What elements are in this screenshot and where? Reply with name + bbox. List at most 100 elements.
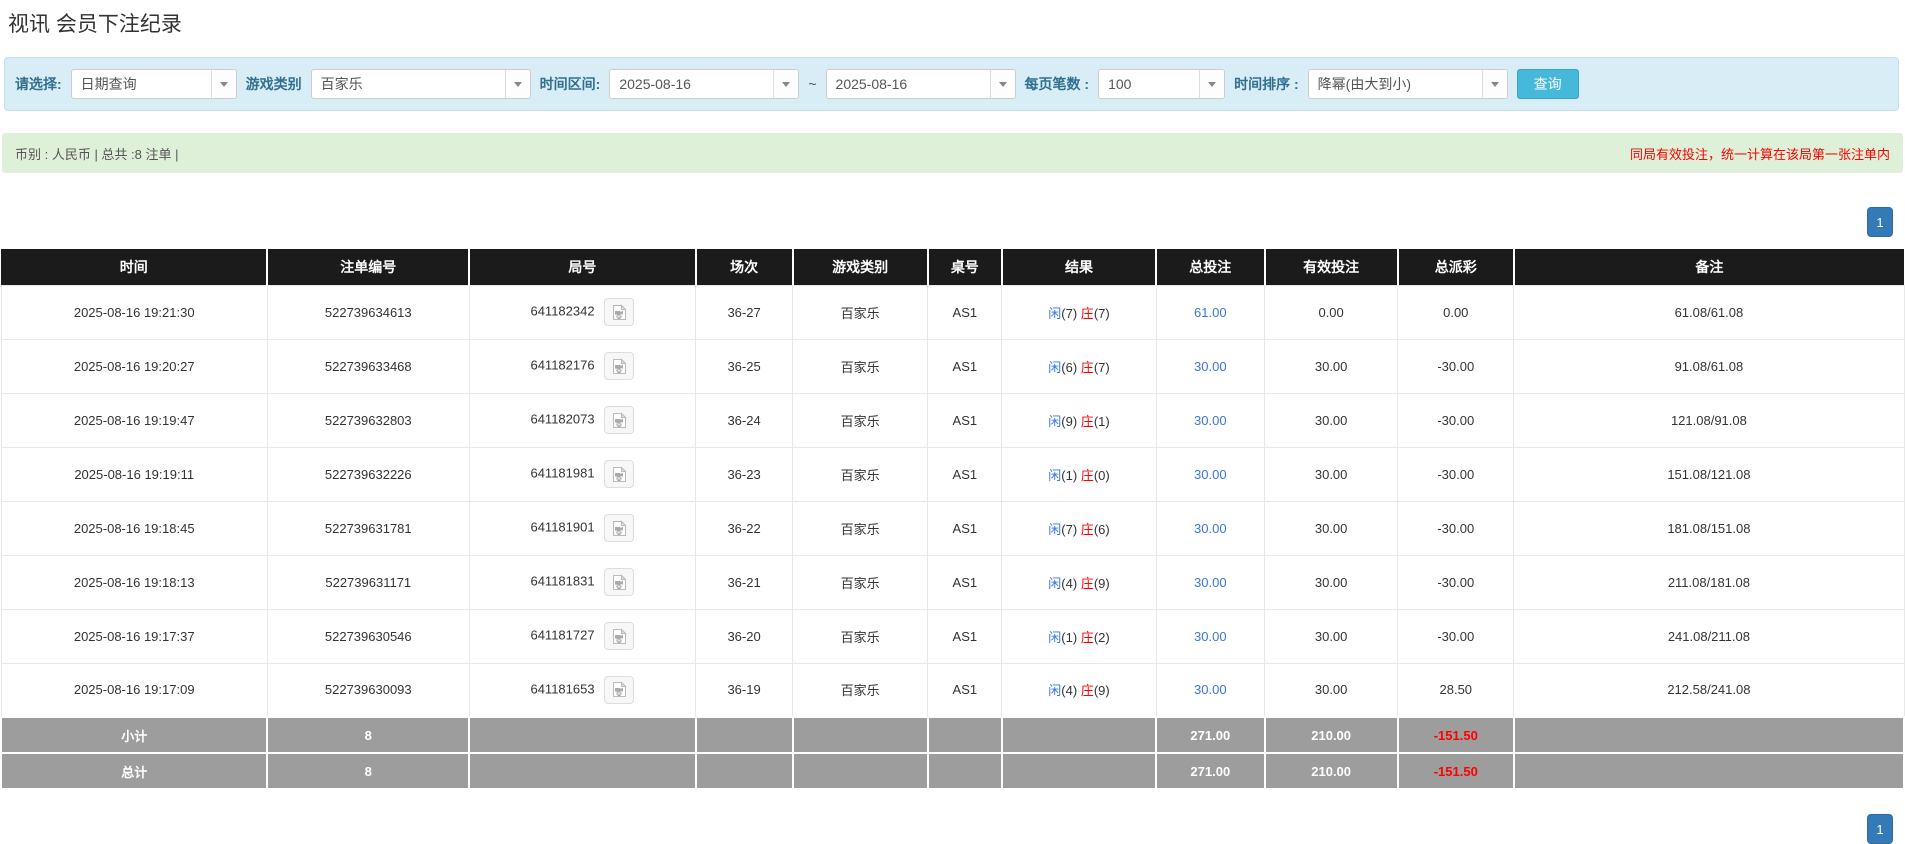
result-player: 闲 — [1048, 360, 1061, 375]
total-bet-link[interactable]: 30.00 — [1194, 682, 1227, 697]
cell-total-bet: 30.00 — [1156, 609, 1264, 663]
result-banker: 庄 — [1081, 468, 1094, 483]
subtotal-total-bet: 271.00 — [1156, 717, 1264, 753]
column-header-payout: 总派彩 — [1398, 249, 1514, 285]
column-header-session: 场次 — [696, 249, 793, 285]
table-row: 2025-08-16 19:19:11522739632226641181981… — [1, 447, 1904, 501]
video-replay-button[interactable] — [604, 568, 634, 596]
select-type-dropdown[interactable]: 日期查询 — [71, 69, 237, 99]
cell-bet-id: 522739630546 — [267, 609, 469, 663]
cell-payout: -30.00 — [1398, 501, 1514, 555]
cell-game-type: 百家乐 — [793, 663, 928, 717]
cell-time: 2025-08-16 19:21:30 — [1, 285, 267, 339]
column-header-table-no: 桌号 — [928, 249, 1002, 285]
video-replay-icon — [611, 520, 628, 537]
total-bet-link[interactable]: 30.00 — [1194, 629, 1227, 644]
cell-table-no: AS1 — [928, 501, 1002, 555]
total-bet-link[interactable]: 30.00 — [1194, 467, 1227, 482]
pagination-bottom: 1 — [0, 814, 1893, 844]
video-replay-icon — [611, 304, 628, 321]
cell-total-bet: 30.00 — [1156, 393, 1264, 447]
video-replay-icon — [611, 358, 628, 375]
cell-bet-id: 522739631171 — [267, 555, 469, 609]
cell-game-type: 百家乐 — [793, 609, 928, 663]
video-replay-button[interactable] — [604, 676, 634, 704]
total-count: 8 — [267, 753, 469, 789]
cell-result: 闲(7) 庄(7) — [1002, 285, 1156, 339]
total-bet-link[interactable]: 30.00 — [1194, 413, 1227, 428]
cell-payout: 0.00 — [1398, 285, 1514, 339]
pagination-top: 1 — [0, 207, 1893, 237]
round-id-value: 641182073 — [530, 411, 594, 426]
date-from-dropdown[interactable]: 2025-08-16 — [609, 69, 799, 99]
game-type-dropdown[interactable]: 百家乐 — [311, 69, 531, 99]
cell-time: 2025-08-16 19:19:11 — [1, 447, 267, 501]
video-replay-button[interactable] — [604, 622, 634, 650]
query-button[interactable]: 查询 — [1517, 69, 1579, 99]
result-banker-score: (7) — [1094, 360, 1110, 375]
cell-valid-bet: 30.00 — [1265, 339, 1398, 393]
video-replay-button[interactable] — [604, 298, 634, 326]
page-button-1-bottom[interactable]: 1 — [1867, 814, 1893, 844]
video-replay-button[interactable] — [604, 514, 634, 542]
cell-valid-bet: 30.00 — [1265, 501, 1398, 555]
cell-total-bet: 61.00 — [1156, 285, 1264, 339]
cell-total-bet: 30.00 — [1156, 663, 1264, 717]
result-player: 闲 — [1048, 683, 1061, 698]
total-bet-link[interactable]: 61.00 — [1194, 305, 1227, 320]
game-type-label: 游戏类别 — [246, 74, 302, 94]
cell-session: 36-19 — [696, 663, 793, 717]
cell-table-no: AS1 — [928, 285, 1002, 339]
round-id-value: 641182176 — [530, 357, 594, 372]
select-type-value: 日期查询 — [72, 70, 211, 98]
table-footer: 小计 8 271.00 210.00 -151.50 总计 8 271.00 2… — [1, 717, 1904, 789]
round-id-value: 641181901 — [530, 519, 594, 534]
cell-session: 36-24 — [696, 393, 793, 447]
page-size-value: 100 — [1099, 70, 1199, 98]
result-banker: 庄 — [1081, 576, 1094, 591]
video-replay-button[interactable] — [604, 406, 634, 434]
cell-result: 闲(6) 庄(7) — [1002, 339, 1156, 393]
page-title: 视讯 会员下注纪录 — [0, 0, 1905, 38]
table-body: 2025-08-16 19:21:30522739634613641182342… — [1, 285, 1904, 717]
table-row: 2025-08-16 19:21:30522739634613641182342… — [1, 285, 1904, 339]
column-header-bet-id: 注单编号 — [267, 249, 469, 285]
cell-game-type: 百家乐 — [793, 555, 928, 609]
total-bet-link[interactable]: 30.00 — [1194, 521, 1227, 536]
cell-game-type: 百家乐 — [793, 447, 928, 501]
subtotal-label: 小计 — [1, 717, 267, 753]
cell-round-id: 641181831 — [469, 555, 695, 609]
result-banker-score: (9) — [1094, 576, 1110, 591]
result-banker-score: (0) — [1094, 468, 1110, 483]
total-bet-link[interactable]: 30.00 — [1194, 575, 1227, 590]
total-total-bet: 271.00 — [1156, 753, 1264, 789]
result-player-score: (6) — [1061, 360, 1081, 375]
result-player: 闲 — [1048, 522, 1061, 537]
cell-session: 36-23 — [696, 447, 793, 501]
cell-payout: -30.00 — [1398, 609, 1514, 663]
video-replay-button[interactable] — [604, 460, 634, 488]
table-row: 2025-08-16 19:17:37522739630546641181727… — [1, 609, 1904, 663]
result-player: 闲 — [1048, 306, 1061, 321]
cell-result: 闲(9) 庄(1) — [1002, 393, 1156, 447]
page-size-dropdown[interactable]: 100 — [1098, 69, 1225, 99]
valid-bet-note: 同局有效投注，统一计算在该局第一张注单内 — [1630, 144, 1890, 163]
result-banker-score: (2) — [1094, 630, 1110, 645]
cell-result: 闲(4) 庄(9) — [1002, 663, 1156, 717]
round-id-value: 641182342 — [530, 303, 594, 318]
currency-total-summary: 币别 : 人民币 | 总共 :8 注单 | — [15, 144, 179, 163]
cell-game-type: 百家乐 — [793, 339, 928, 393]
cell-table-no: AS1 — [928, 609, 1002, 663]
date-to-dropdown[interactable]: 2025-08-16 — [826, 69, 1016, 99]
result-banker-score: (1) — [1094, 414, 1110, 429]
date-from-value: 2025-08-16 — [610, 70, 773, 98]
cell-round-id: 641182073 — [469, 393, 695, 447]
time-sort-dropdown[interactable]: 降幂(由大到小) — [1308, 69, 1508, 99]
cell-round-id: 641181653 — [469, 663, 695, 717]
cell-session: 36-21 — [696, 555, 793, 609]
video-replay-button[interactable] — [604, 352, 634, 380]
result-player-score: (7) — [1061, 306, 1081, 321]
cell-result: 闲(1) 庄(2) — [1002, 609, 1156, 663]
page-button-1[interactable]: 1 — [1867, 207, 1893, 237]
total-bet-link[interactable]: 30.00 — [1194, 359, 1227, 374]
